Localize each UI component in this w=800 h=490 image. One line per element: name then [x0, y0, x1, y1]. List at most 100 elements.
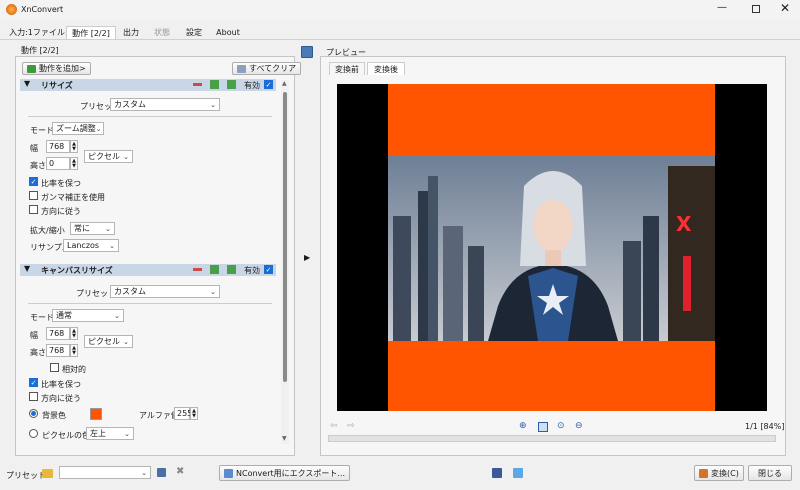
canvas-height-input[interactable]: 768	[46, 344, 70, 357]
remove-icon[interactable]	[193, 83, 202, 86]
preview-viewport[interactable]: X	[337, 84, 767, 411]
tab-before[interactable]: 変換前	[329, 62, 365, 75]
resize-keep-ratio-checkbox[interactable]: ✓	[29, 177, 38, 186]
resize-header[interactable]: ▼ リサイズ 有効 ✓	[20, 79, 276, 91]
folder-icon[interactable]	[42, 469, 53, 478]
actions-panel-title: 動作 [2/2]	[21, 46, 59, 55]
resize-mode-select[interactable]: ズーム調整 ⌄	[52, 122, 104, 135]
maximize-icon[interactable]	[752, 5, 760, 13]
canvas-resize-header[interactable]: ▼ キャンバスリサイズ 有効 ✓	[20, 264, 276, 276]
bg-color-label: 背景色	[42, 411, 66, 420]
twitter-icon[interactable]	[513, 468, 523, 478]
chevron-down-icon: ⌄	[95, 124, 102, 133]
canvas-keep-ratio-checkbox[interactable]: ✓	[29, 378, 38, 387]
resize-preset-select[interactable]: カスタム ⌄	[110, 98, 220, 111]
tab-about[interactable]: About	[214, 26, 242, 39]
alpha-input[interactable]: 255	[174, 407, 192, 420]
preview-toggle-icon[interactable]	[301, 46, 313, 58]
resample-value: Lanczos	[67, 241, 100, 250]
chevron-down-icon: ⌄	[210, 100, 216, 109]
tab-actions[interactable]: 動作 [2/2]	[66, 26, 116, 39]
tab-about-label: About	[216, 28, 240, 37]
canvas-width-input[interactable]: 768	[46, 327, 70, 340]
canvas-width-label: 幅	[30, 331, 38, 340]
save-icon[interactable]	[157, 468, 166, 477]
remove-icon[interactable]	[193, 268, 202, 271]
prev-icon[interactable]: ⇦	[330, 421, 338, 431]
tab-output[interactable]: 出力	[120, 26, 142, 39]
canvas-height-stepper[interactable]: ▲ ▼	[70, 344, 78, 357]
move-up-icon[interactable]	[210, 80, 219, 89]
actual-size-icon[interactable]: ⊙	[557, 421, 565, 431]
export-icon	[224, 468, 233, 478]
tab-after-label: 変換後	[374, 64, 398, 74]
export-nconvert-button[interactable]: NConvert用にエクスポート...	[219, 465, 351, 481]
tab-settings[interactable]: 設定	[182, 26, 206, 39]
canvas-orientation-checkbox[interactable]	[29, 392, 38, 401]
move-up-icon[interactable]	[210, 265, 219, 274]
bottom-preset-select[interactable]: ⌄	[59, 466, 151, 479]
resize-width-input[interactable]: 768	[46, 140, 70, 153]
resize-enabled-label: 有効	[244, 81, 260, 90]
resize-height-input[interactable]: 0	[46, 157, 70, 170]
resize-height-label: 高さ	[30, 161, 46, 170]
tab-input[interactable]: 入力:1ファイル	[9, 26, 65, 39]
canvas-unit-select[interactable]: ピクセル ⌄	[84, 335, 133, 348]
enlarge-select[interactable]: 常に ⌄	[70, 222, 115, 235]
canvas-enabled-checkbox[interactable]: ✓	[264, 265, 273, 274]
resize-width-stepper[interactable]: ▲ ▼	[70, 140, 78, 153]
collapse-icon[interactable]: ▼	[24, 264, 30, 273]
preview-scrollbar[interactable]	[328, 435, 776, 442]
close-icon[interactable]: ✕	[780, 1, 790, 15]
resize-height-stepper[interactable]: ▲ ▼	[70, 157, 78, 170]
close-button[interactable]: 閉じる	[748, 465, 792, 481]
scroll-down-icon[interactable]: ▼	[282, 435, 287, 442]
collapse-icon[interactable]: ▼	[24, 79, 30, 88]
canvas-preset-select[interactable]: カスタム ⌄	[110, 285, 220, 298]
tab-after[interactable]: 変換後	[367, 62, 405, 75]
resample-select[interactable]: Lanczos ⌄	[63, 239, 119, 252]
resize-unit-select[interactable]: ピクセル ⌄	[84, 150, 133, 163]
canvas-width-stepper[interactable]: ▲ ▼	[70, 327, 78, 340]
gamma-label: ガンマ補正を使用	[41, 193, 105, 202]
zoom-in-icon[interactable]: ⊕	[519, 421, 527, 431]
chevron-down-icon: ⌄	[123, 337, 129, 346]
facebook-icon[interactable]	[492, 468, 502, 478]
fit-icon[interactable]	[538, 422, 548, 432]
tab-status[interactable]: 状態	[150, 26, 174, 39]
bg-color-swatch[interactable]	[90, 408, 102, 420]
chevron-down-icon: ⌄	[105, 224, 111, 233]
resize-mode-value: ズーム調整	[56, 124, 96, 133]
clear-all-button[interactable]: すべてクリア	[232, 62, 302, 75]
bg-color-radio[interactable]	[29, 409, 38, 418]
canvas-mode-label: モード	[30, 313, 54, 322]
add-action-label: 動作を追加>	[39, 64, 86, 73]
zoom-out-icon[interactable]: ⊖	[575, 421, 583, 431]
pixel-color-value: 左上	[90, 429, 106, 438]
delete-icon[interactable]: ✖	[176, 466, 184, 477]
enlarge-value: 常に	[74, 224, 90, 233]
canvas-resize-title: キャンバスリサイズ	[41, 266, 113, 275]
canvas-mode-select[interactable]: 通常 ⌄	[52, 309, 124, 322]
resize-orientation-checkbox[interactable]	[29, 205, 38, 214]
alpha-label: アルファ値	[139, 411, 179, 420]
tab-status-label: 状態	[154, 28, 170, 37]
pixel-color-radio[interactable]	[29, 429, 38, 438]
resize-enabled-checkbox[interactable]: ✓	[264, 80, 273, 89]
scroll-up-icon[interactable]: ▲	[282, 80, 287, 87]
relative-checkbox[interactable]	[50, 363, 59, 372]
panel-expand-icon[interactable]: ▶	[304, 253, 310, 262]
scroll-thumb[interactable]	[283, 92, 287, 382]
resize-mode-label: モード	[30, 126, 54, 135]
move-down-icon[interactable]	[227, 265, 236, 274]
move-down-icon[interactable]	[227, 80, 236, 89]
minimize-icon[interactable]: —	[717, 2, 727, 13]
alpha-stepper[interactable]: ▲ ▼	[190, 407, 198, 420]
actions-scrollbar[interactable]: ▲ ▼	[281, 80, 289, 444]
pixel-color-select[interactable]: 左上 ⌄	[86, 427, 134, 440]
export-nconvert-label: NConvert用にエクスポート...	[236, 468, 346, 478]
gamma-checkbox[interactable]	[29, 191, 38, 200]
convert-button[interactable]: 変換(C)	[694, 465, 744, 481]
next-icon[interactable]: ⇨	[347, 421, 355, 431]
add-action-button[interactable]: 動作を追加>	[22, 62, 91, 75]
